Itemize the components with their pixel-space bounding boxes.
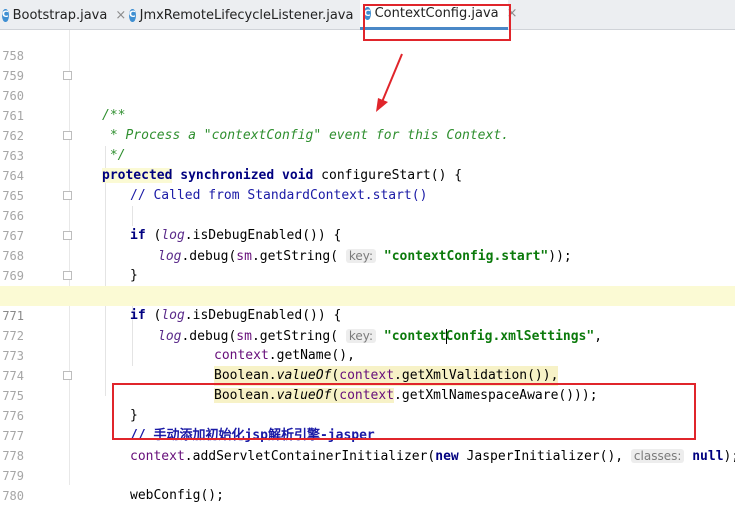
code-statement: webConfig(); (130, 488, 224, 503)
line-number: 780 (2, 489, 24, 503)
annotation-arrow-icon (376, 53, 403, 112)
